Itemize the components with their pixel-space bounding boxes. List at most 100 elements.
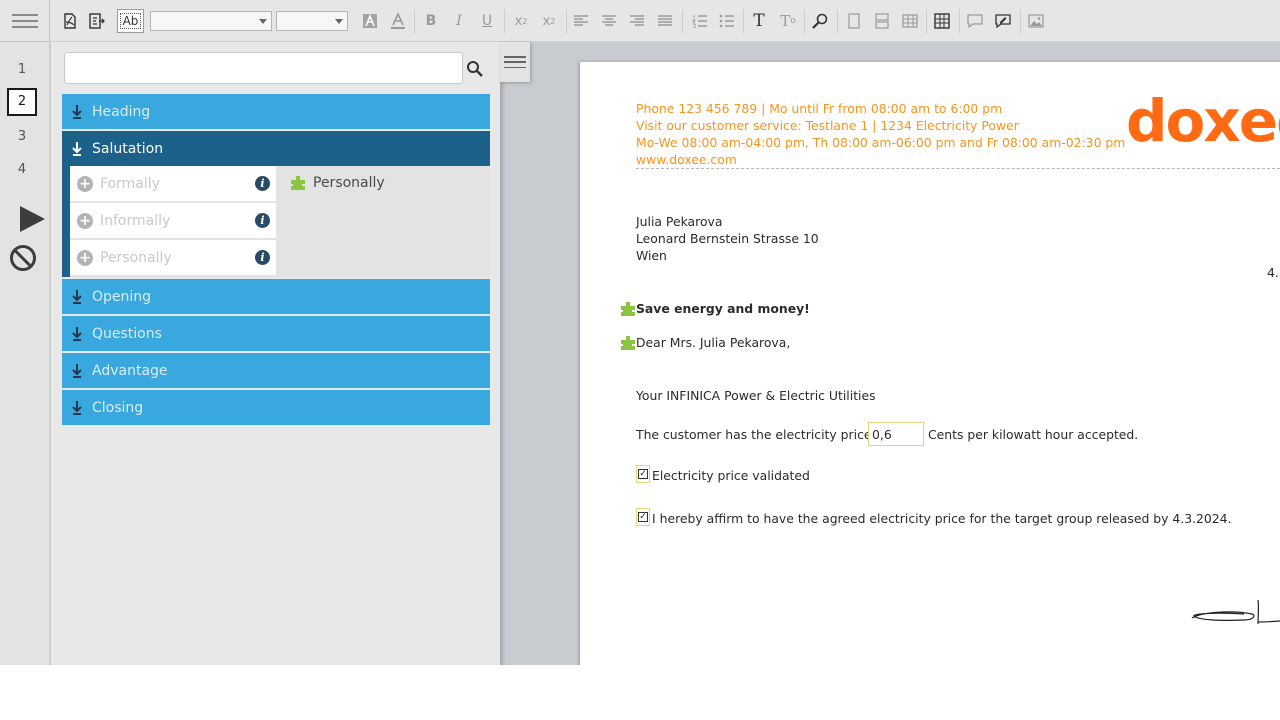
price-prefix: The customer has the electricity price o… bbox=[636, 427, 888, 442]
contact-line: Phone 123 456 789 | Mo until Fr from 08:… bbox=[636, 101, 1003, 116]
validated-checkbox[interactable]: ✓ bbox=[636, 465, 650, 483]
add-icon[interactable]: + bbox=[77, 175, 93, 192]
search-icon[interactable] bbox=[811, 11, 829, 31]
section-heading[interactable]: Heading bbox=[62, 94, 490, 129]
main-menu-button[interactable] bbox=[0, 0, 50, 42]
variant-informally[interactable]: + Informally i bbox=[70, 203, 276, 238]
affirm-checkbox[interactable]: ✓ bbox=[636, 508, 650, 526]
toolbar-separator bbox=[743, 9, 744, 33]
download-icon bbox=[62, 400, 92, 416]
add-icon[interactable]: + bbox=[77, 249, 93, 266]
app-window: Ab B I U x2 x2 T T o 1 2 3 4 Heading Sal… bbox=[0, 0, 1280, 665]
split-icon[interactable] bbox=[873, 11, 891, 31]
section-label: Opening bbox=[92, 288, 152, 305]
section-label: Questions bbox=[92, 325, 162, 342]
info-icon[interactable]: i bbox=[255, 213, 270, 228]
toolbar: Ab B I U x2 x2 T T o bbox=[50, 0, 1280, 42]
price-input[interactable] bbox=[868, 422, 924, 446]
numbered-list-icon[interactable] bbox=[691, 11, 709, 31]
address-line: Leonard Bernstein Strasse 10 bbox=[636, 231, 819, 246]
step-1[interactable]: 1 bbox=[0, 62, 44, 77]
variant-indicator-bar bbox=[62, 166, 70, 277]
pdf-icon[interactable] bbox=[60, 11, 80, 31]
grid-icon[interactable] bbox=[933, 11, 951, 31]
selected-variant-label: Personally bbox=[313, 175, 385, 191]
affirm-label: I hereby affirm to have the agreed elect… bbox=[652, 511, 1232, 526]
justify-icon[interactable] bbox=[656, 11, 674, 31]
address-line: Wien bbox=[636, 248, 667, 263]
step-2[interactable]: 2 bbox=[7, 88, 37, 116]
bold-icon[interactable]: B bbox=[422, 11, 440, 31]
selected-variant[interactable]: Personally bbox=[290, 175, 385, 191]
search-input[interactable] bbox=[64, 52, 463, 84]
contact-block: Phone 123 456 789 | Mo until Fr from 08:… bbox=[636, 100, 1125, 168]
info-icon[interactable]: i bbox=[255, 176, 270, 191]
document-page: Phone 123 456 789 | Mo until Fr from 08:… bbox=[580, 62, 1280, 665]
letter-salutation[interactable]: Dear Mrs. Julia Pekarova, bbox=[636, 335, 790, 350]
contact-line[interactable]: www.doxee.com bbox=[636, 151, 1125, 168]
align-right-icon[interactable] bbox=[628, 11, 646, 31]
section-salutation[interactable]: Salutation bbox=[62, 131, 490, 166]
cancel-icon[interactable] bbox=[10, 245, 36, 271]
panel-menu-button[interactable] bbox=[500, 42, 530, 82]
section-advantage[interactable]: Advantage bbox=[62, 353, 490, 388]
image-icon[interactable] bbox=[1027, 11, 1045, 31]
font-color-icon[interactable] bbox=[361, 11, 379, 31]
section-closing[interactable]: Closing bbox=[62, 390, 490, 425]
variant-formally[interactable]: + Formally i bbox=[70, 166, 276, 201]
puzzle-icon[interactable] bbox=[620, 335, 636, 351]
chevron-down-icon bbox=[335, 19, 343, 24]
download-icon bbox=[62, 326, 92, 342]
toolbar-separator bbox=[504, 9, 505, 33]
font-family-select[interactable] bbox=[150, 11, 272, 31]
salutation-variants: + Formally i + Informally i + Personally… bbox=[62, 166, 490, 277]
table-icon[interactable] bbox=[901, 11, 919, 31]
add-icon[interactable]: + bbox=[77, 212, 93, 229]
align-left-icon[interactable] bbox=[572, 11, 590, 31]
highlight-icon[interactable] bbox=[389, 11, 407, 31]
page-icon[interactable] bbox=[845, 11, 863, 31]
step-4[interactable]: 4 bbox=[0, 162, 44, 177]
clear-format-icon[interactable]: To bbox=[778, 11, 798, 31]
letter-heading[interactable]: Save energy and money! bbox=[636, 301, 810, 316]
bullet-list-icon[interactable] bbox=[718, 11, 736, 31]
download-icon bbox=[62, 141, 92, 157]
doxee-logo: doxee bbox=[1126, 87, 1280, 155]
section-label: Salutation bbox=[92, 140, 164, 157]
toolbar-separator bbox=[959, 9, 960, 33]
download-icon bbox=[62, 363, 92, 379]
step-3[interactable]: 3 bbox=[0, 129, 44, 144]
search-icon[interactable] bbox=[465, 59, 485, 79]
comment-edit-icon[interactable] bbox=[994, 11, 1012, 31]
signature-image bbox=[1191, 599, 1280, 625]
align-center-icon[interactable] bbox=[600, 11, 618, 31]
download-icon bbox=[62, 289, 92, 305]
font-size-select[interactable] bbox=[276, 11, 348, 31]
toolbar-separator bbox=[566, 9, 567, 33]
toolbar-separator bbox=[837, 9, 838, 33]
underline-icon[interactable]: U bbox=[478, 11, 496, 31]
italic-icon[interactable]: I bbox=[450, 11, 468, 31]
info-icon[interactable]: i bbox=[255, 250, 270, 265]
comment-icon[interactable] bbox=[966, 11, 984, 31]
panel-shadow bbox=[500, 42, 506, 665]
letter-date: 4.3 bbox=[1267, 265, 1280, 280]
subscript-icon[interactable]: x2 bbox=[511, 11, 531, 31]
text-style-icon[interactable]: Ab bbox=[117, 9, 144, 33]
variant-personally[interactable]: + Personally i bbox=[70, 240, 276, 275]
contact-line: Visit our customer service: Testlane 1 |… bbox=[636, 118, 1019, 133]
section-opening[interactable]: Opening bbox=[62, 279, 490, 314]
toolbar-separator bbox=[1020, 9, 1021, 33]
section-questions[interactable]: Questions bbox=[62, 316, 490, 351]
text-icon[interactable]: T bbox=[750, 11, 768, 31]
variant-label: Personally bbox=[100, 249, 172, 266]
utility-line: Your INFINICA Power & Electric Utilities bbox=[636, 388, 876, 403]
puzzle-icon[interactable] bbox=[620, 301, 636, 317]
toolbar-separator bbox=[414, 9, 415, 33]
price-suffix: Cents per kilowatt hour accepted. bbox=[928, 427, 1139, 442]
recipient-address: Julia Pekarova Leonard Bernstein Strasse… bbox=[636, 213, 819, 264]
superscript-icon[interactable]: x2 bbox=[539, 11, 559, 31]
play-icon[interactable] bbox=[20, 206, 45, 232]
variant-label: Informally bbox=[100, 212, 171, 229]
export-icon[interactable] bbox=[87, 11, 107, 31]
